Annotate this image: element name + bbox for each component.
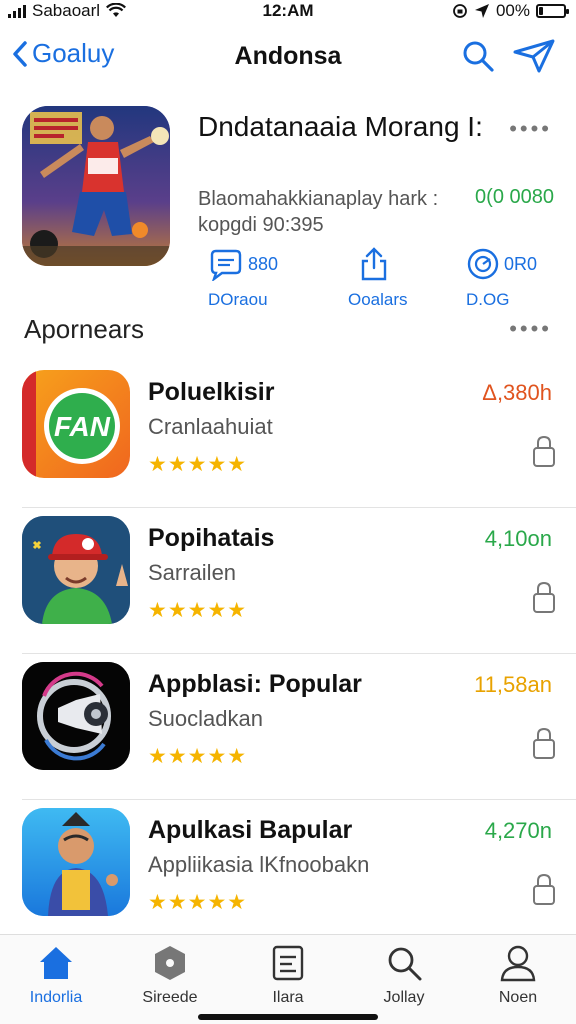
tab-games[interactable]: Sireede (120, 943, 220, 1007)
app-icon (22, 516, 130, 624)
download-lock-icon[interactable] (532, 580, 556, 614)
app-subtitle: Sarrailen (148, 560, 237, 585)
list-item[interactable]: FAN Poluelkisir Cranlaahuiat ★★★★★ Δ,380… (0, 362, 576, 508)
featured-artwork-illustration (22, 106, 170, 266)
app-name: Apulkasi Bapular (148, 816, 353, 844)
app-price: 11,58an (474, 672, 552, 697)
house-icon (40, 947, 72, 979)
tab-account[interactable]: Noen (468, 943, 568, 1007)
tab-label: Jollay (383, 989, 425, 1006)
app-subtitle: Appliikasia lKfnoobakn (148, 852, 370, 877)
tab-label: Indorlia (29, 989, 83, 1006)
rotation-lock-icon (453, 4, 467, 18)
tab-label: Ilara (272, 989, 304, 1006)
tab-bar: Indorlia Sireede Ilara Jollay Noen (0, 934, 576, 1024)
carrier-name: Sabaoarl (32, 1, 101, 20)
rating-stars: ★★★★★ (148, 745, 248, 768)
tab-apps[interactable]: Ilara (238, 943, 338, 1007)
app-name: Poluelkisir (148, 378, 275, 406)
section-more-icon[interactable]: •••• (509, 316, 552, 342)
action-chat-value: 880 (248, 253, 279, 274)
featured-app-price: 0(0 0080 (475, 186, 554, 208)
featured-app-artwork[interactable] (22, 106, 170, 266)
more-options-icon[interactable]: •••• (509, 116, 552, 142)
list-item[interactable]: Apulkasi Bapular Appliikasia lKfnoobakn … (0, 800, 576, 946)
nav-bar: Goaluy Andonsa (0, 30, 576, 82)
app-price: Δ,380h (482, 380, 552, 405)
location-icon (474, 4, 489, 18)
app-name: Popihatais (148, 524, 275, 552)
action-chat[interactable]: 880 DOraou (208, 244, 318, 314)
tab-today[interactable]: Indorlia (6, 943, 106, 1007)
list-box-icon (272, 945, 304, 981)
chat-bubble-icon (210, 249, 242, 281)
action-rate-label: D.OG (466, 290, 510, 309)
share-icon (361, 247, 387, 281)
section-title: Apornears (24, 314, 144, 344)
gauge-icon (467, 248, 499, 280)
wifi-icon (106, 3, 127, 17)
action-rate[interactable]: 0R0 D.OG (466, 244, 576, 314)
list-item[interactable]: Popihatais Sarrailen ★★★★★ 4,10on (0, 508, 576, 654)
download-lock-icon[interactable] (532, 434, 556, 468)
battery-icon (536, 4, 569, 18)
hexagon-icon (155, 946, 185, 980)
featured-app-title: Dndatanaaia Morang I: (198, 111, 483, 142)
action-share-label: Ooalars (348, 290, 408, 309)
tab-label: Noen (498, 989, 538, 1006)
home-indicator[interactable] (198, 1014, 378, 1020)
signal-icon (8, 4, 26, 18)
tab-search[interactable]: Jollay (354, 943, 454, 1007)
rating-stars: ★★★★★ (148, 599, 248, 622)
status-bar: Sabaoarl 12:AM 00% (0, 0, 576, 22)
fan-logo-icon: FAN (22, 370, 120, 478)
featured-app-description: Blaomahakkianaplay hark : kopgdi 90:395 (198, 188, 439, 236)
battery-fill (539, 7, 543, 15)
featured-app[interactable]: Dndatanaaia Morang I: •••• Blaomahakkian… (0, 100, 576, 310)
action-chat-label: DOraou (208, 290, 268, 309)
status-time: 12:AM (262, 1, 314, 20)
app-icon: FAN (22, 370, 130, 478)
cartoon-character-icon (22, 808, 130, 916)
speaker-logo-icon (22, 662, 130, 770)
action-rate-value: 0R0 (504, 253, 538, 274)
tab-label: Sireede (142, 989, 198, 1006)
app-subtitle: Suocladkan (148, 706, 263, 731)
app-price: 4,10on (484, 526, 552, 551)
character-avatar-icon (22, 516, 130, 624)
person-icon (500, 945, 536, 982)
section-header: Apornears •••• (24, 314, 552, 348)
share-send-icon[interactable] (512, 38, 556, 74)
svg-text:FAN: FAN (54, 411, 111, 442)
status-right: 00% (452, 1, 569, 21)
featured-actions: 880 DOraou Ooalars 0R0 D.OG (186, 244, 566, 314)
download-lock-icon[interactable] (532, 872, 556, 906)
app-icon (22, 662, 130, 770)
rating-stars: ★★★★★ (148, 891, 248, 914)
rating-stars: ★★★★★ (148, 453, 248, 476)
app-icon (22, 808, 130, 916)
app-price: 4,270n (484, 818, 552, 843)
list-item[interactable]: Appblasi: Popular Suocladkan ★★★★★ 11,58… (0, 654, 576, 800)
app-name: Appblasi: Popular (148, 670, 362, 698)
action-share[interactable]: Ooalars (348, 244, 458, 314)
download-lock-icon[interactable] (532, 726, 556, 760)
search-icon[interactable] (460, 38, 496, 74)
app-subtitle: Cranlaahuiat (148, 414, 273, 439)
search-icon (388, 947, 422, 981)
status-left: Sabaoarl (8, 1, 127, 21)
battery-percent: 00% (495, 1, 530, 20)
